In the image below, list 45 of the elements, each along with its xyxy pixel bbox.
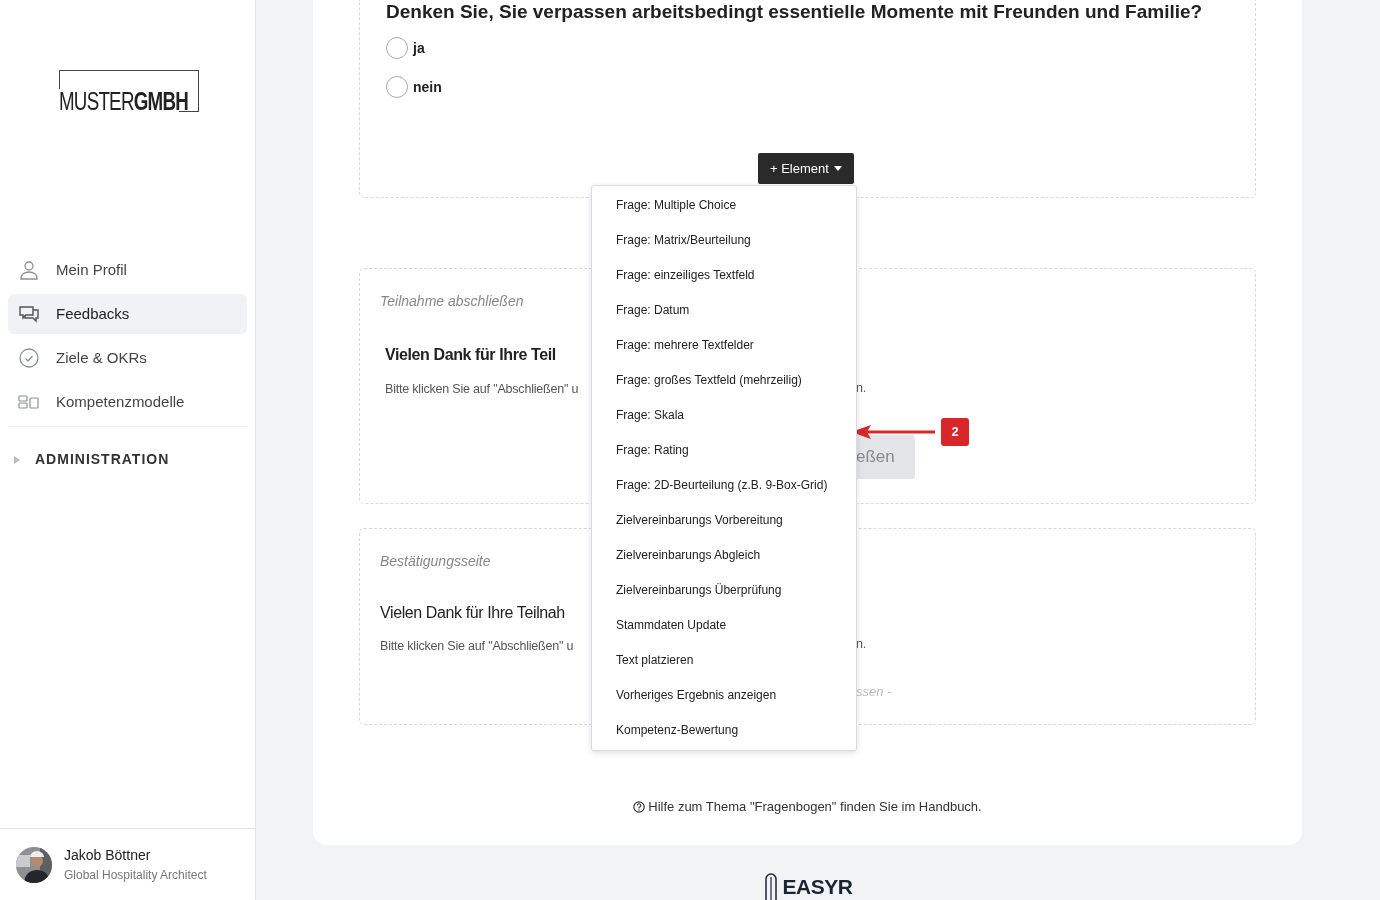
menu-item[interactable]: Frage: Multiple Choice bbox=[592, 188, 856, 224]
section-heading[interactable]: ADMINISTRATION bbox=[35, 449, 170, 470]
person-icon bbox=[18, 259, 40, 281]
caret-icon bbox=[833, 166, 842, 172]
option-label[interactable]: nein bbox=[413, 76, 442, 98]
option-label[interactable]: ja bbox=[413, 37, 425, 59]
paragraph-text: Bitte klicken Sie auf "Abschließen" u bbox=[385, 381, 580, 398]
nav-item[interactable]: Kompetenzmodelle bbox=[8, 382, 247, 422]
heading: Vielen Dank für Ihre Teil bbox=[385, 345, 556, 365]
help-text: Hilfe zum Thema "Fragenbogen" finden Sie im Handbuch. bbox=[648, 798, 982, 816]
logo-icon bbox=[762, 873, 779, 900]
user-role: Global Hospitality Architect bbox=[64, 867, 207, 884]
nav-item[interactable]: Feedbacks bbox=[8, 294, 247, 334]
menu-item[interactable]: Frage: Datum bbox=[592, 293, 856, 329]
heading: Vielen Dank für Ihre Teilnah bbox=[380, 603, 565, 623]
nav-item[interactable]: Ziele & OKRs bbox=[8, 338, 247, 378]
paragraph-text: Bitte klicken Sie auf "Abschließen" u bbox=[380, 638, 575, 655]
menu-item[interactable]: Text platzieren bbox=[592, 643, 856, 679]
add-element-button[interactable]: + Element bbox=[758, 152, 854, 185]
nav-item[interactable]: Mein Profil bbox=[8, 250, 247, 290]
speech-bubbles-icon bbox=[18, 303, 40, 325]
menu-item[interactable]: Frage: mehrere Textfelder bbox=[592, 328, 856, 364]
question-title: Denken Sie, Sie verpassen arbeitsbedingt essentielle Momente mit Freunden und Familie? bbox=[385, 0, 1204, 23]
help-icon bbox=[633, 800, 646, 813]
caret-icon[interactable] bbox=[13, 455, 21, 464]
menu-item[interactable]: Vorheriges Ergebnis anzeigen bbox=[592, 678, 856, 714]
paragraph-text: n. bbox=[856, 636, 868, 653]
paragraph-text: n. bbox=[856, 380, 868, 397]
step-badge: 2 bbox=[941, 418, 969, 446]
brand-name: EASYR bbox=[782, 874, 853, 900]
menu-item[interactable]: Frage: großes Textfeld (mehrzeilig) bbox=[592, 363, 856, 399]
menu-item[interactable]: Zielvereinbarungs Überprüfung bbox=[592, 573, 856, 609]
section-label: Teilnahme abschließen bbox=[380, 292, 524, 311]
section-label: Bestätigungsseite bbox=[380, 552, 491, 571]
menu-item[interactable]: Frage: Matrix/Beurteilung bbox=[592, 223, 856, 259]
menu-item[interactable]: Stammdaten Update bbox=[592, 608, 856, 644]
menu-item[interactable]: Zielvereinbarungs Vorbereitung bbox=[592, 503, 856, 539]
check-circle-icon bbox=[18, 347, 40, 369]
menu-item[interactable]: Zielvereinbarungs Abgleich bbox=[592, 538, 856, 574]
logo-text: MUSTERGMBH bbox=[59, 89, 191, 114]
user-name: Jakob Böttner bbox=[64, 846, 152, 865]
menu-item[interactable]: Kompetenz-Bewertung bbox=[592, 713, 856, 749]
menu-item[interactable]: Frage: Skala bbox=[592, 398, 856, 434]
menu-item[interactable]: Frage: einzeiliges Textfeld bbox=[592, 258, 856, 294]
note-text: ssen - bbox=[856, 682, 892, 701]
